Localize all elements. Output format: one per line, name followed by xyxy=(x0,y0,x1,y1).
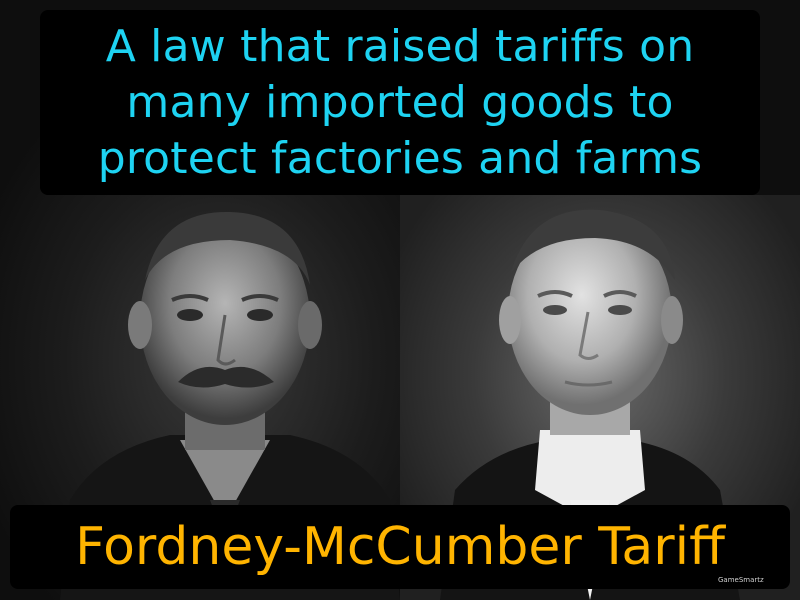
term-box: Fordney-McCumber Tariff xyxy=(10,505,790,589)
definition-box: A law that raised tariffs on many import… xyxy=(40,10,760,195)
brand-logo: GameSmartz xyxy=(718,576,764,584)
definition-text: A law that raised tariffs on many import… xyxy=(97,20,703,184)
term-title: Fordney-McCumber Tariff xyxy=(75,517,725,577)
